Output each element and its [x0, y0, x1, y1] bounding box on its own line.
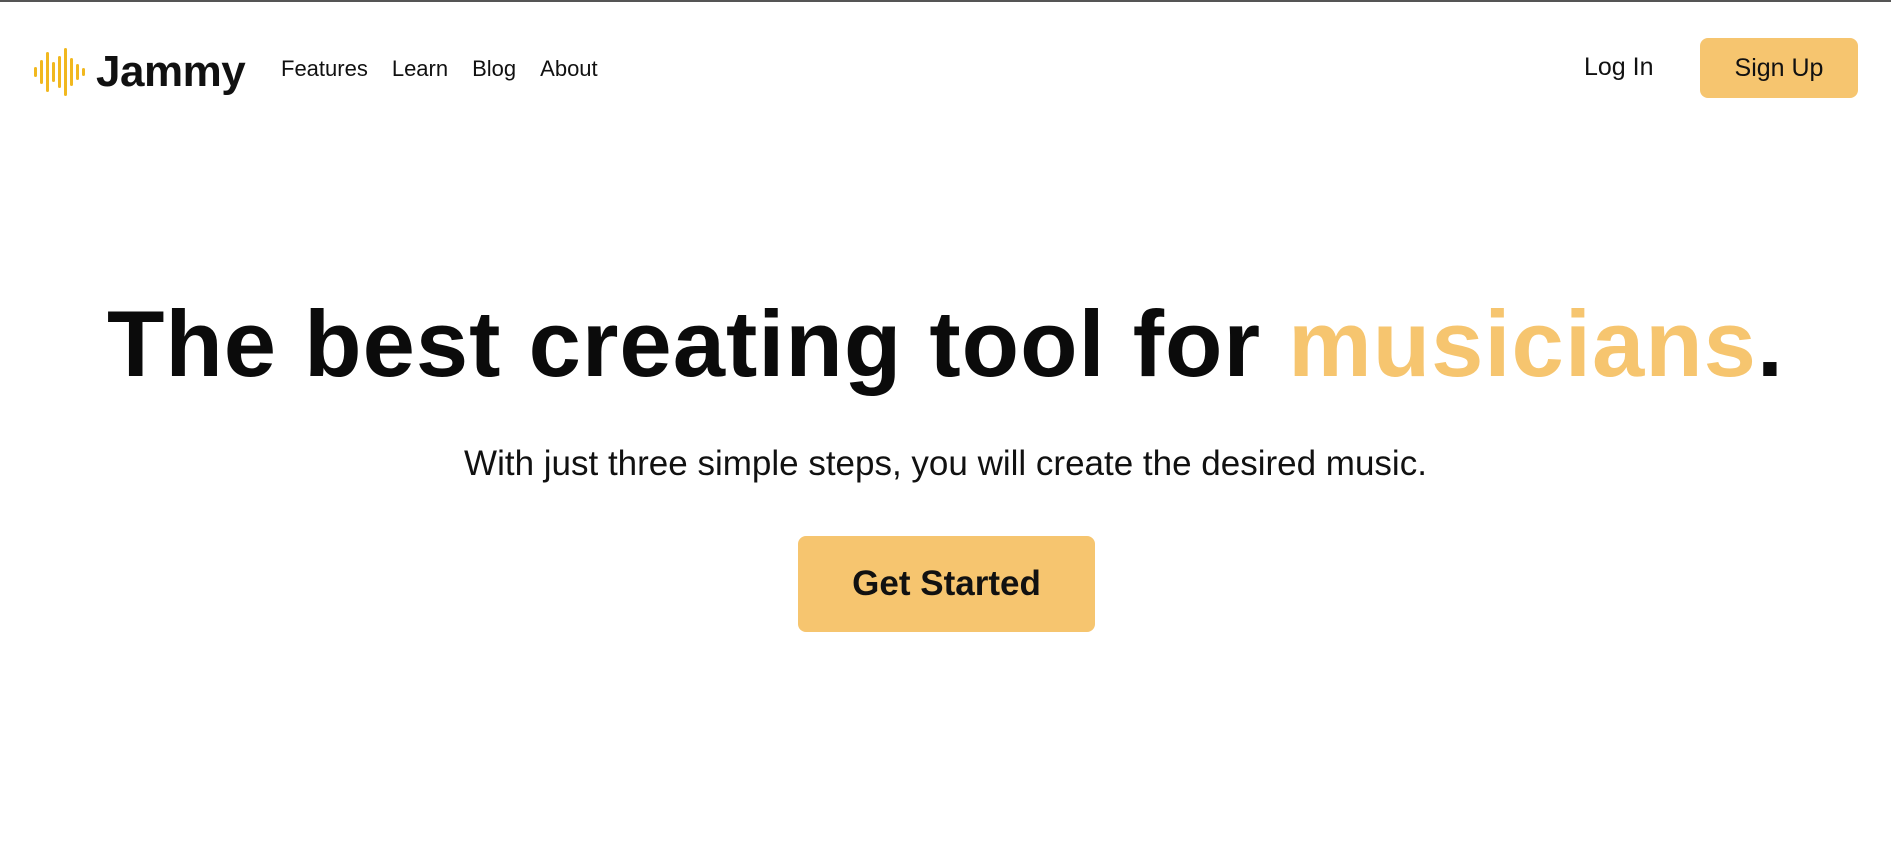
brand-name: Jammy — [96, 47, 246, 96]
nav-link-features[interactable]: Features — [281, 56, 368, 82]
hero-subtitle: With just three simple steps, you will c… — [464, 444, 1427, 483]
hero-title-suffix: . — [1756, 291, 1785, 396]
signup-button[interactable]: Sign Up — [1700, 38, 1858, 98]
login-button[interactable]: Log In — [1584, 53, 1654, 82]
get-started-button[interactable]: Get Started — [798, 536, 1095, 632]
hero-title-prefix: The best creating tool for — [106, 291, 1289, 396]
hero-title: The best creating tool for musicians. — [0, 290, 1891, 398]
nav-link-blog[interactable]: Blog — [472, 56, 516, 82]
nav-link-learn[interactable]: Learn — [392, 56, 448, 82]
sound-wave-icon — [34, 48, 85, 96]
hero-title-accent: musicians — [1288, 291, 1757, 396]
navbar: Jammy Features Learn Blog About Log In S… — [0, 2, 1891, 138]
brand[interactable]: Jammy — [34, 46, 246, 98]
nav-link-about[interactable]: About — [540, 56, 598, 82]
nav-links: Features Learn Blog About — [281, 56, 622, 82]
